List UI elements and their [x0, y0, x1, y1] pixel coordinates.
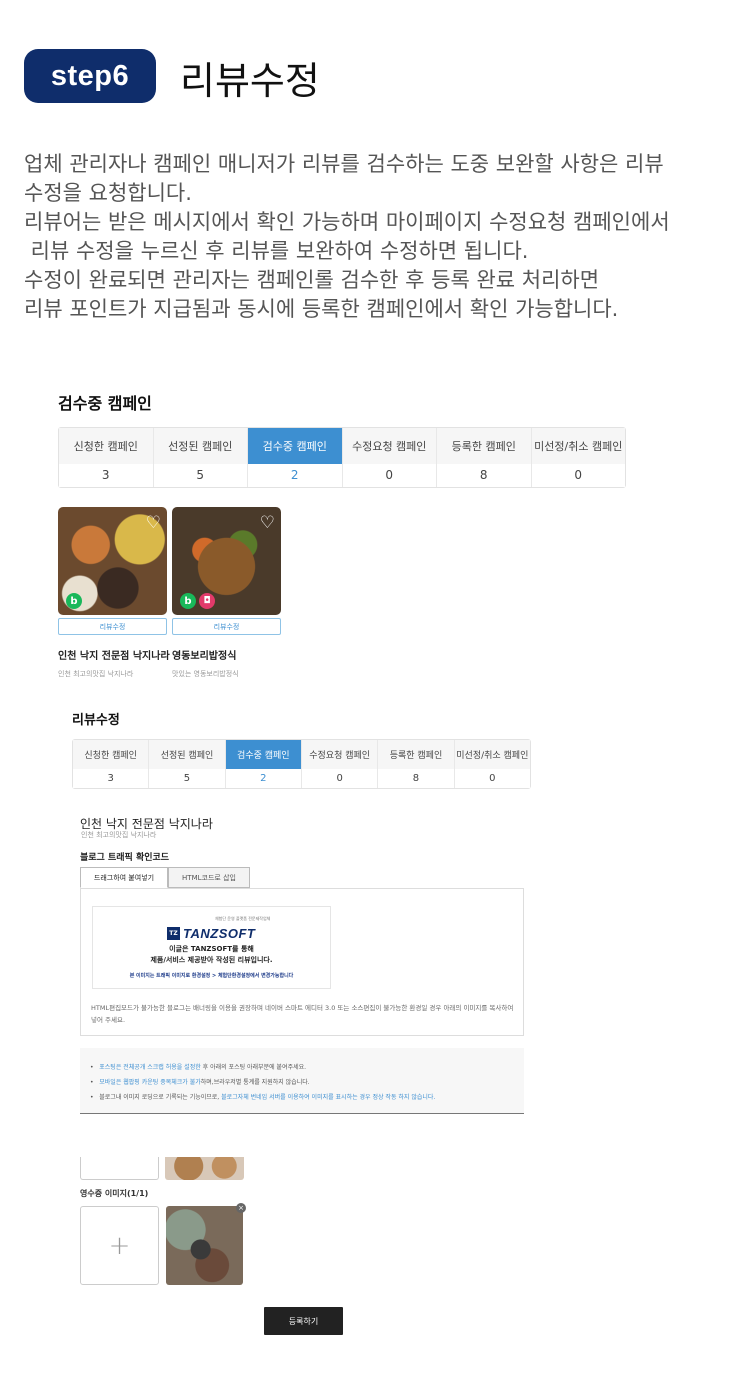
- campaign-tabs: 신청한 캠페인 3 선정된 캠페인 5 검수중 캠페인 2 수정요청 캠페인 0 등록한…: [58, 427, 626, 488]
- add-image-button[interactable]: +: [80, 1206, 159, 1285]
- tab-label: 선정된 캠페인: [149, 740, 225, 769]
- tab-count: 5: [153, 463, 247, 487]
- blog-badge-icon: b: [180, 593, 196, 609]
- card-title[interactable]: 인천 낙지 전문점 낙지나라: [58, 647, 170, 662]
- tab-revision-requested[interactable]: 수정요청 캠페인 0: [342, 428, 437, 487]
- tab-reviewing[interactable]: 검수중 캠페인 2: [225, 740, 302, 788]
- tab-registered[interactable]: 등록한 캠페인 8: [437, 428, 532, 487]
- image-upload-slot[interactable]: [80, 1157, 159, 1180]
- page-title: 리뷰수정: [180, 59, 320, 103]
- tab-count: 8: [378, 768, 454, 788]
- logo-text: TANZSOFT: [183, 926, 256, 941]
- tab-count: 5: [149, 768, 225, 788]
- tab-selected[interactable]: 선정된 캠페인 5: [149, 740, 226, 788]
- posting-notes: • 포스팅은 전체공개 스크랩 허용을 설정한 후 아래의 포스팅 아래부분에 …: [80, 1048, 524, 1114]
- card-subtitle: 맛있는 영동보리밥정식: [172, 670, 239, 678]
- tanzsoft-logo: TZ TANZSOFT: [167, 926, 255, 941]
- code-instructions: HTML편집모드가 불가능한 블로그는 배너링을 이용을 권장하며 네이버 스마…: [91, 1004, 514, 1024]
- card-subtitle: 인천 최고의맛집 낙지나라: [58, 670, 134, 678]
- tab-label: 미선정/취소 캠페인: [454, 740, 530, 769]
- tab-count: 3: [73, 768, 149, 788]
- tab-label: 등록한 캠페인: [437, 428, 531, 464]
- tab-count: 0: [454, 768, 530, 788]
- tab-revision-requested[interactable]: 수정요청 캠페인 0: [301, 740, 379, 788]
- tab-label: 신청한 캠페인: [59, 428, 153, 464]
- note-item: • 블로그내 이미지 로딩으로 기록되는 기능이므로, 블로그자체 번네임 서버…: [90, 1094, 436, 1101]
- receipt-image-title: 영수증 이미지(1/1): [80, 1189, 149, 1198]
- note-text: 하며,브라우저별 통계를 지원하지 않습니다.: [200, 1079, 310, 1086]
- tab-count: 3: [59, 463, 153, 487]
- note-highlight: 모바일은 웹팝핑 카운팅 중복체크가 불가: [99, 1079, 201, 1086]
- tab-count: 2: [225, 768, 301, 788]
- heart-icon[interactable]: ♡: [146, 513, 161, 533]
- tab-label: 검수중 캠페인: [225, 740, 301, 769]
- tab-html-insert[interactable]: HTML코드로 삽입: [168, 867, 250, 888]
- note-item: • 포스팅은 전체공개 스크랩 허용을 설정한 후 아래의 포스팅 아래부분에 …: [90, 1064, 307, 1071]
- review-image-thumbnail[interactable]: [165, 1157, 244, 1180]
- description-line: 리뷰 포인트가 지급됨과 동시에 등록한 캠페인에서 확인 가능합니다.: [24, 297, 619, 321]
- tab-drag-paste[interactable]: 드래그하여 붙여넣기: [80, 867, 168, 888]
- tab-count: 0: [531, 463, 625, 487]
- blog-badge-icon: b: [66, 593, 82, 609]
- tab-selected[interactable]: 선정된 캠페인 5: [153, 428, 248, 487]
- tab-count: 0: [342, 463, 436, 487]
- campaign-photo[interactable]: ♡ b: [58, 507, 167, 615]
- tab-reviewing[interactable]: 검수중 캠페인 2: [248, 428, 343, 487]
- note-text: 후 아래의 포스팅 아래부분에 붙여주세요.: [200, 1064, 307, 1071]
- tab-unselected-canceled[interactable]: 미선정/취소 캠페인 0: [454, 740, 530, 788]
- note-item: • 모바일은 웹팝핑 카운팅 중복체크가 불가하며,브라우저별 통계를 지원하지…: [90, 1079, 310, 1086]
- tab-label: 검수중 캠페인: [248, 428, 342, 464]
- submit-button[interactable]: 등록하기: [264, 1307, 343, 1335]
- campaign-photo[interactable]: ♡ b ◘: [172, 507, 281, 615]
- tab-label: 등록한 캠페인: [378, 740, 454, 769]
- tab-registered[interactable]: 등록한 캠페인 8: [378, 740, 455, 788]
- tab-unselected-canceled[interactable]: 미선정/취소 캠페인 0: [531, 428, 625, 487]
- description-line: 리뷰어는 받은 메시지에서 확인 가능하며 마이페이지 수정요청 캠페인에서: [24, 210, 670, 234]
- campaign-tabs: 신청한 캠페인 3 선정된 캠페인 5 검수중 캠페인 2 수정요청 캠페인 0 등록한…: [72, 739, 531, 789]
- tab-label: 수정요청 캠페인: [301, 740, 378, 769]
- section-title: 검수중 캠페인: [58, 394, 152, 413]
- heart-icon[interactable]: ♡: [260, 513, 275, 533]
- receipt-image-thumbnail[interactable]: [166, 1206, 243, 1285]
- card-title[interactable]: 영동보리밥정식: [172, 647, 282, 662]
- description-line: 업체 관리자나 캠페인 매니저가 리뷰를 검수하는 도중 보완할 사항은 리뷰: [24, 152, 664, 176]
- traffic-code-box: 체험단 운영 플랫폼 전문제작업체 TZ TANZSOFT 이글은 TANZSO…: [80, 888, 524, 1036]
- banner-line: 제품/서비스 제공받아 작성된 리뷰입니다.: [150, 956, 273, 964]
- description-line: 수정을 요청합니다.: [24, 181, 192, 205]
- code-subtabs: 드래그하여 붙여넣기 HTML코드로 삽입: [80, 867, 250, 888]
- shopping-bag-icon: ◘: [199, 593, 215, 609]
- note-highlight: 포스팅은 전체공개 스크랩 허용을 설정한: [99, 1064, 201, 1071]
- tab-label: 선정된 캠페인: [153, 428, 247, 464]
- review-edit-button[interactable]: 리뷰수정: [172, 618, 281, 635]
- review-edit-button[interactable]: 리뷰수정: [58, 618, 167, 635]
- tab-count: 0: [301, 768, 378, 788]
- tab-applied[interactable]: 신청한 캠페인 3: [73, 740, 150, 788]
- traffic-banner[interactable]: 체험단 운영 플랫폼 전문제작업체 TZ TANZSOFT 이글은 TANZSO…: [92, 906, 331, 989]
- step-badge: step6: [24, 49, 156, 103]
- tab-applied[interactable]: 신청한 캠페인 3: [59, 428, 154, 487]
- banner-tagline: 체험단 운영 플랫폼 전문제작업체: [215, 916, 271, 921]
- section-title: 리뷰수정: [72, 713, 120, 728]
- logo-mark-icon: TZ: [167, 927, 180, 940]
- banner-notice: 본 이미지는 트래픽 이미지로 환경설정 > 체험단환경설정에서 변경가능합니다: [129, 973, 294, 979]
- description-line: 리뷰 수정을 누르신 후 리뷰를 보완하여 수정하면 됩니다.: [24, 239, 529, 263]
- remove-image-icon[interactable]: ×: [236, 1203, 246, 1213]
- traffic-code-title: 블로그 트래픽 확인코드: [80, 853, 170, 863]
- plus-icon: +: [108, 1230, 131, 1261]
- description-line: 수정이 완료되면 관리자는 캠페인롤 검수한 후 등록 완료 처리하면: [24, 268, 600, 292]
- tab-label: 신청한 캠페인: [73, 740, 149, 769]
- note-text: 블로그내 이미지 로딩으로 기록되는 기능이므로,: [99, 1094, 222, 1101]
- tab-label: 미선정/취소 캠페인: [531, 428, 625, 464]
- campaign-detail-subtitle: 인천 최고의맛집 낙지나라: [81, 831, 157, 839]
- tab-count: 2: [248, 463, 342, 487]
- campaign-card[interactable]: ♡ b ◘ 리뷰수정 영동보리밥정식 맛있는 영동보리밥정식: [172, 507, 282, 679]
- banner-line: 이글은 TANZSOFT를 통해: [169, 945, 254, 953]
- description: 업체 관리자나 캠페인 매니저가 리뷰를 검수하는 도중 보완할 사항은 리뷰 …: [24, 150, 724, 324]
- campaign-card[interactable]: ♡ b 리뷰수정 인천 낙지 전문점 낙지나라 인천 최고의맛집 낙지나라: [58, 507, 170, 679]
- tab-count: 8: [437, 463, 531, 487]
- tab-label: 수정요청 캠페인: [342, 428, 436, 464]
- note-highlight: 블로그자체 번네임 서버를 이용하여 이미지를 표시하는 경우 정상 작동 하지…: [221, 1094, 436, 1101]
